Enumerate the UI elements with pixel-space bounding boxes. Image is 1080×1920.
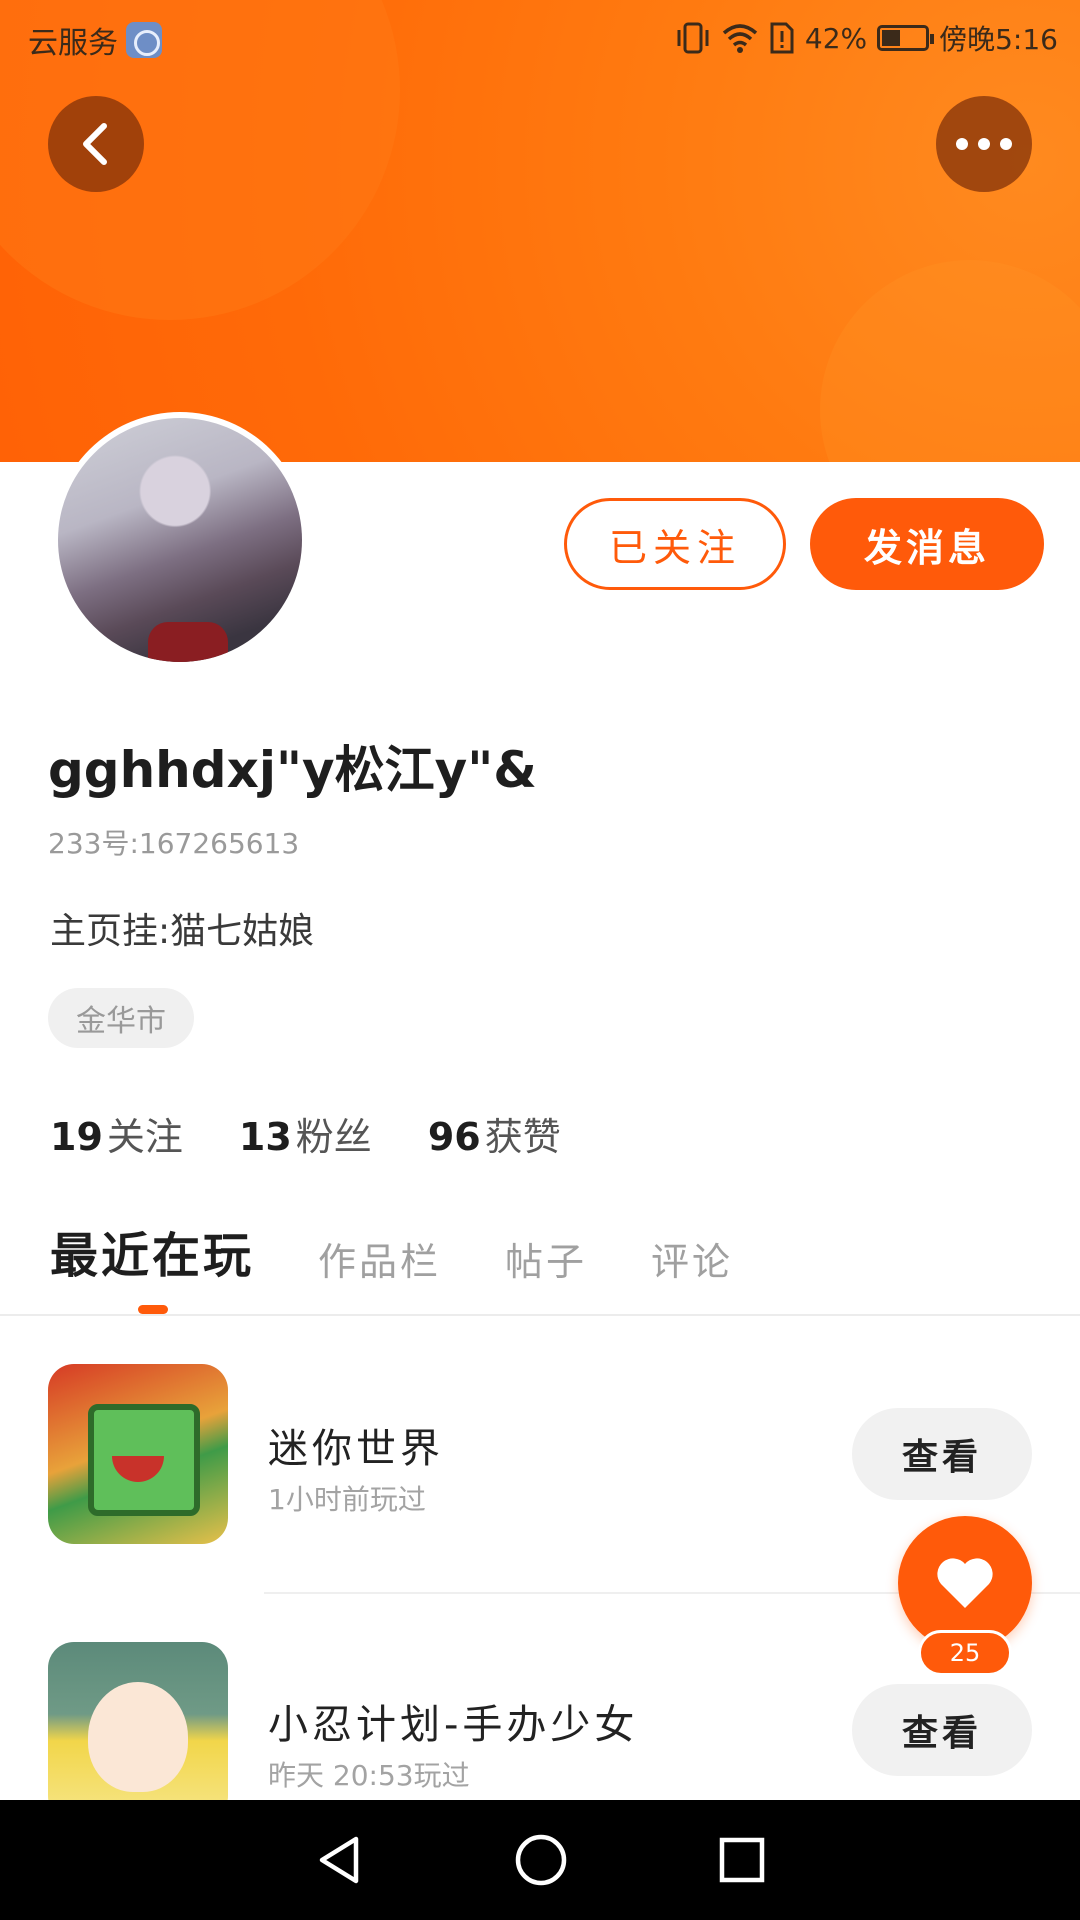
game-title: 迷你世界 <box>268 1426 444 1472</box>
view-button[interactable]: 查看 <box>852 1408 1032 1500</box>
list-item[interactable]: 迷你世界 1小时前玩过 查看 <box>0 1356 1080 1556</box>
chevron-left-icon <box>83 123 107 165</box>
more-dots-icon <box>956 138 1012 150</box>
avatar-image <box>58 418 302 662</box>
user-id: 233号:167265613 <box>48 827 300 860</box>
stat-likes: 96 获赞 <box>427 1115 561 1159</box>
status-bar: 云服务 42% 傍晚5:16 <box>0 0 1080 80</box>
heart-icon <box>937 1558 993 1608</box>
game-icon-mini-world <box>48 1364 228 1544</box>
no-sim-alert-icon <box>770 22 794 54</box>
tab-works[interactable]: 作品栏 <box>318 1231 441 1286</box>
clock: 傍晚5:16 <box>939 23 1058 56</box>
wifi-icon <box>722 24 758 53</box>
vibrate-icon <box>677 22 709 54</box>
status-left: 云服务 <box>28 18 162 62</box>
app-notification-icon <box>126 22 162 58</box>
back-button[interactable] <box>48 96 144 192</box>
battery-percent: 42% <box>804 21 868 55</box>
cloud-service-label: 云服务 <box>28 26 118 61</box>
avatar[interactable] <box>52 412 308 668</box>
tab-recently-played[interactable]: 最近在玩 <box>50 1216 254 1286</box>
game-icon-figure-girl <box>48 1642 228 1822</box>
more-options-button[interactable] <box>936 96 1032 192</box>
stat-following[interactable]: 19 关注 <box>50 1106 183 1161</box>
nav-recents-icon[interactable] <box>718 1836 766 1884</box>
game-title: 小忍计划-手办少女 <box>268 1702 639 1748</box>
battery-icon <box>877 25 935 51</box>
username: gghhdxj"y松江y"& <box>48 741 537 799</box>
game-played-time: 1小时前玩过 <box>268 1483 426 1516</box>
status-right: 42% 傍晚5:16 <box>675 18 1058 58</box>
location-tag: 金华市 <box>48 988 194 1048</box>
tab-posts[interactable]: 帖子 <box>505 1231 587 1286</box>
view-button[interactable]: 查看 <box>852 1684 1032 1776</box>
system-nav-bar <box>0 1800 1080 1920</box>
profile-stats: 19 关注 13 粉丝 96 获赞 <box>50 1106 561 1161</box>
tab-comments[interactable]: 评论 <box>651 1231 733 1286</box>
send-message-button[interactable]: 发消息 <box>810 498 1044 590</box>
followed-button[interactable]: 已关注 <box>564 498 786 590</box>
nav-back-icon[interactable] <box>314 1834 364 1886</box>
game-played-time: 昨天 20:53玩过 <box>268 1759 470 1792</box>
profile-bio: 主页挂:猫七姑娘 <box>50 911 315 952</box>
tab-divider <box>0 1314 1080 1316</box>
nav-home-icon[interactable] <box>514 1833 568 1887</box>
stat-fans[interactable]: 13 粉丝 <box>239 1106 372 1161</box>
profile-tabs: 最近在玩 作品栏 帖子 评论 <box>50 1216 733 1286</box>
active-tab-indicator <box>138 1305 168 1314</box>
like-count-badge: 25 <box>918 1630 1012 1676</box>
banner-decoration <box>820 260 1080 462</box>
